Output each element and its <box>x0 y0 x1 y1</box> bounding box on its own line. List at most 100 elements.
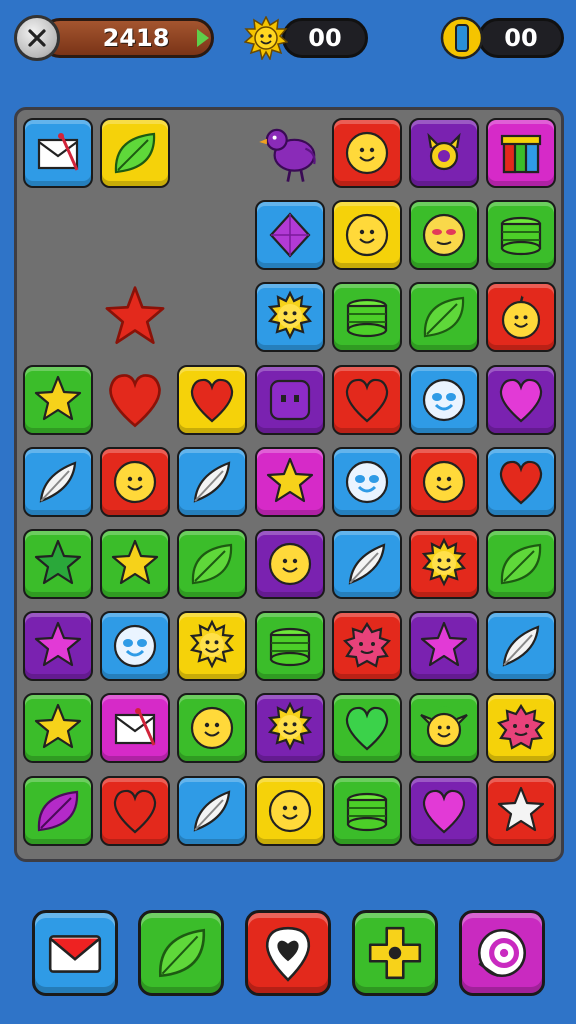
sun-tile-blue[interactable] <box>254 282 325 353</box>
leaf-tile-green[interactable] <box>23 775 93 846</box>
coin-stack-tile-green[interactable] <box>331 282 402 353</box>
cross-booster[interactable] <box>352 910 438 996</box>
coin-stack-icon <box>346 792 387 831</box>
loose-red-heart[interactable] <box>100 365 170 435</box>
star-icon <box>112 539 159 585</box>
star-tile-green[interactable] <box>23 364 93 435</box>
cross-icon <box>368 926 422 980</box>
smiley-tile-yellow[interactable] <box>254 775 325 846</box>
smiley-tile-red[interactable] <box>331 118 402 188</box>
heart-tile-purple[interactable] <box>486 364 557 435</box>
gift-tile-magenta[interactable] <box>486 118 557 188</box>
round-face-tile-blue[interactable] <box>331 446 402 517</box>
bomb-face-icon <box>502 291 541 340</box>
envelope-icon <box>37 133 79 171</box>
feather-icon <box>39 461 77 503</box>
coin-count: 00 <box>504 24 538 52</box>
diamond-tile-blue[interactable] <box>254 200 325 271</box>
smiley-tile-red[interactable] <box>100 446 171 517</box>
coin-stack-tile-green[interactable] <box>331 775 402 846</box>
feather-tile-blue[interactable] <box>177 446 248 517</box>
heart-icon <box>191 378 234 423</box>
purple-bird[interactable] <box>255 118 325 188</box>
heart-tile-purple[interactable] <box>409 775 479 846</box>
block-face-tile-purple[interactable] <box>254 364 325 435</box>
star-tile-green-dark[interactable] <box>23 529 93 599</box>
swirl-booster[interactable] <box>459 910 545 996</box>
close-button[interactable] <box>14 15 60 61</box>
star-tile-magenta[interactable] <box>254 446 325 517</box>
feather-icon <box>194 461 231 503</box>
envelope-icon <box>115 708 156 746</box>
feather-icon <box>194 789 231 832</box>
coin-stack-icon <box>269 628 310 667</box>
loose-red-star[interactable] <box>100 282 170 352</box>
feather-icon <box>502 625 540 667</box>
arrow-right-icon <box>197 29 209 47</box>
star-icon <box>34 704 82 749</box>
smiley-tile-purple[interactable] <box>254 529 325 599</box>
crown-tile-purple[interactable] <box>409 118 479 188</box>
heart-icon <box>500 378 543 423</box>
score-bar: 2418 <box>40 18 214 58</box>
bomb-face-tile-red[interactable] <box>486 282 557 353</box>
heart-tile-green[interactable] <box>331 693 402 764</box>
cheeky-face-tile-green[interactable] <box>409 200 479 271</box>
star-icon <box>34 539 82 585</box>
heart-tile-red[interactable] <box>100 775 171 846</box>
cheeky-face-icon <box>422 214 466 257</box>
leaf-booster[interactable] <box>138 910 224 996</box>
smiley-icon <box>268 789 311 832</box>
mail-booster[interactable] <box>32 910 118 996</box>
goblin-face-tile-green[interactable] <box>409 693 479 764</box>
leaf-tile-green[interactable] <box>409 282 479 353</box>
heart-tile-blue[interactable] <box>486 446 557 517</box>
star-tile-purple[interactable] <box>23 611 93 682</box>
envelope-tile-blue[interactable] <box>23 118 93 188</box>
star-tile-green[interactable] <box>100 529 171 599</box>
envelope-tile-magenta[interactable] <box>100 693 171 764</box>
star-tile-green[interactable] <box>23 693 93 764</box>
smiley-tile-red[interactable] <box>409 446 479 517</box>
star-tile-red[interactable] <box>486 775 557 846</box>
sun-tile-red[interactable] <box>409 529 479 599</box>
sun-counter: 00 <box>282 18 368 58</box>
heart-pin-booster[interactable] <box>245 910 331 996</box>
sun-tile-purple[interactable] <box>254 693 325 764</box>
star-icon <box>34 375 82 420</box>
flower-tile-red[interactable] <box>331 611 402 682</box>
coin-stack-tile-green[interactable] <box>486 200 557 271</box>
round-face-icon <box>345 460 388 503</box>
leaf-tile-green[interactable] <box>177 529 248 599</box>
leaf-icon <box>423 297 465 338</box>
sun-tile-yellow[interactable] <box>177 611 248 682</box>
round-face-tile-blue[interactable] <box>100 611 171 682</box>
smiley-icon <box>114 460 157 503</box>
feather-tile-blue[interactable] <box>331 529 402 599</box>
feather-icon <box>348 543 386 585</box>
smiley-icon <box>268 542 311 586</box>
leaf-tile-yellow[interactable] <box>100 118 171 188</box>
coin-stack-tile-green[interactable] <box>254 611 325 682</box>
sun-icon <box>267 701 312 751</box>
coin-stack-icon <box>346 299 387 338</box>
feather-tile-blue[interactable] <box>486 611 557 682</box>
coin-stack-icon <box>501 217 542 256</box>
sun-icon <box>190 619 235 669</box>
heart-icon <box>500 460 543 505</box>
feather-tile-blue[interactable] <box>23 446 93 517</box>
heart-icon <box>422 789 466 834</box>
smiley-icon <box>345 214 388 257</box>
leaf-tile-green[interactable] <box>486 529 557 599</box>
round-face-tile-blue[interactable] <box>409 364 479 435</box>
heart-tile-yellow[interactable] <box>177 364 248 435</box>
smiley-tile-yellow[interactable] <box>331 200 402 271</box>
heart-tile-red[interactable] <box>331 364 402 435</box>
star-icon <box>34 622 82 667</box>
sun-icon <box>421 537 467 587</box>
feather-tile-blue[interactable] <box>177 775 248 846</box>
star-icon <box>105 286 165 345</box>
smiley-tile-green[interactable] <box>177 693 248 764</box>
star-tile-purple[interactable] <box>409 611 479 682</box>
flower-tile-yellow[interactable] <box>486 693 557 764</box>
